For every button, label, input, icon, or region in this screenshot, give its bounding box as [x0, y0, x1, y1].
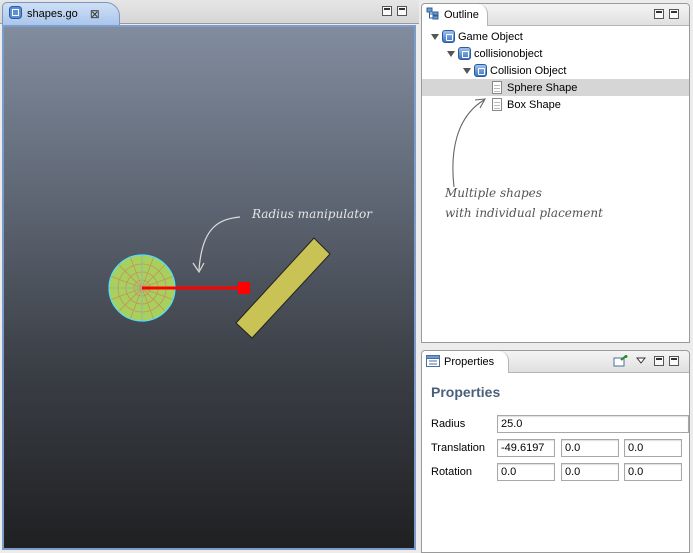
game-object-icon: [442, 30, 455, 43]
tree-node-label: Box Shape: [507, 98, 561, 111]
minimize-button[interactable]: [654, 356, 664, 366]
tab-outline[interactable]: Outline: [422, 4, 488, 26]
outline-header: Outline: [422, 4, 689, 26]
tree-node-game-object[interactable]: Game Object: [422, 28, 689, 45]
rotation-x-field[interactable]: 0.0: [497, 463, 555, 481]
close-icon[interactable]: ⊠: [90, 8, 100, 20]
outline-window-controls: [654, 9, 679, 19]
scene-editor: shapes.go ⊠ Radius manipulator: [0, 0, 419, 553]
tree-node-collisionobject[interactable]: collisionobject: [422, 45, 689, 62]
pin-icon[interactable]: [613, 355, 628, 371]
tree-node-collision-object[interactable]: Collision Object: [422, 62, 689, 79]
outline-tab-label: Outline: [444, 9, 479, 21]
properties-window-controls: [654, 356, 679, 366]
properties-tab-label: Properties: [444, 356, 495, 368]
scene-viewport[interactable]: Radius manipulator: [2, 25, 416, 550]
tree-node-label: Game Object: [458, 30, 523, 43]
minimize-button[interactable]: [382, 6, 392, 16]
maximize-button[interactable]: [669, 9, 679, 19]
translation-y-field[interactable]: 0.0: [561, 439, 619, 457]
maximize-button[interactable]: [669, 356, 679, 366]
translation-z-field[interactable]: 0.0: [624, 439, 682, 457]
rotation-z-field[interactable]: 0.0: [624, 463, 682, 481]
component-icon: [458, 47, 471, 60]
expand-arrow-icon[interactable]: [431, 32, 440, 41]
expand-arrow-icon[interactable]: [463, 66, 472, 75]
tab-properties[interactable]: Properties: [422, 351, 510, 373]
game-object-file-icon: [9, 6, 22, 22]
translation-label: Translation: [431, 442, 486, 454]
translation-x-field[interactable]: -49.6197: [497, 439, 555, 457]
minimize-button[interactable]: [654, 9, 664, 19]
editor-tab-label: shapes.go: [27, 8, 78, 20]
radius-field[interactable]: 25.0: [497, 415, 689, 433]
properties-title: Properties: [431, 384, 501, 400]
tree-node-label: Collision Object: [490, 64, 567, 77]
properties-header: Properties: [422, 351, 689, 373]
expand-arrow-icon[interactable]: [447, 49, 456, 58]
radius-annotation: Radius manipulator: [252, 207, 372, 221]
scene-canvas[interactable]: [4, 27, 414, 548]
maximize-button[interactable]: [397, 6, 407, 16]
editor-tab[interactable]: shapes.go ⊠: [2, 2, 120, 25]
properties-icon: [426, 354, 440, 370]
outline-icon: [426, 7, 440, 24]
properties-panel: Properties Properties Radius 25.0 Transl…: [421, 350, 690, 553]
view-menu-icon[interactable]: [635, 356, 647, 368]
box-shape[interactable]: [235, 237, 331, 339]
radius-label: Radius: [431, 418, 466, 430]
outline-panel: Outline Game Object collisionobject Coll…: [421, 3, 690, 343]
rotation-y-field[interactable]: 0.0: [561, 463, 619, 481]
outline-annotation-line1: Multiple shapes: [445, 186, 542, 200]
rotation-label: Rotation: [431, 466, 472, 478]
tree-node-label: Sphere Shape: [507, 81, 578, 94]
editor-tab-bar: shapes.go ⊠: [0, 0, 419, 25]
application-window: shapes.go ⊠ Radius manipulator Outline G…: [0, 0, 693, 553]
tree-node-label: collisionobject: [474, 47, 543, 60]
radius-annotation-arrow: [192, 216, 241, 274]
component-icon: [474, 64, 487, 77]
outline-annotation-line2: with individual placement: [445, 206, 603, 220]
editor-window-controls: [382, 6, 407, 16]
